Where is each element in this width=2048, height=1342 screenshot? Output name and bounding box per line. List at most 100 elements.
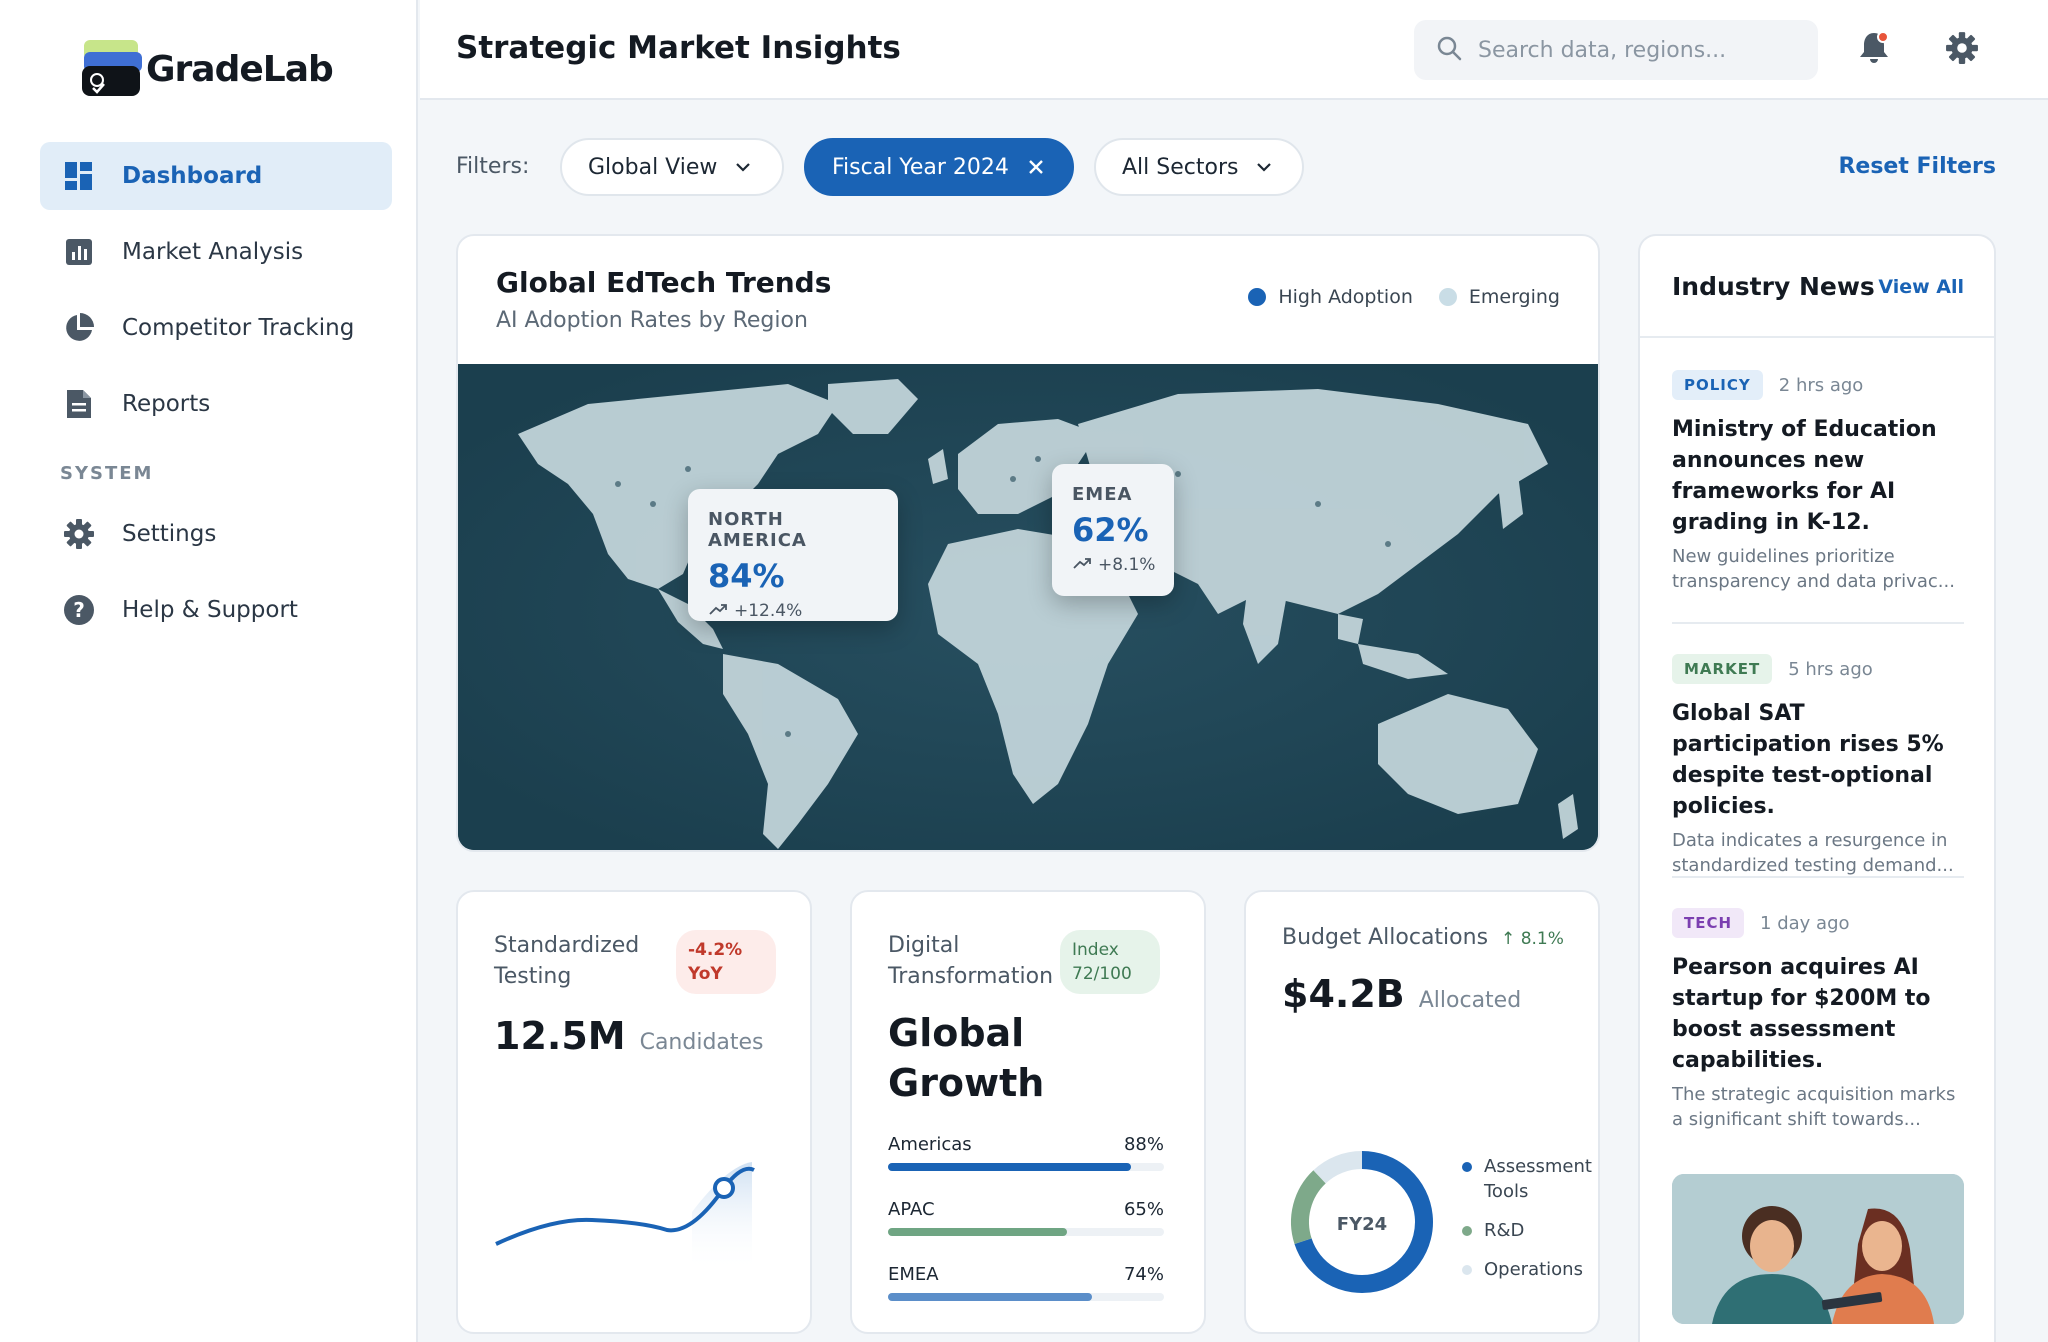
- news-item[interactable]: POLICY 2 hrs ago Ministry of Education a…: [1672, 370, 1964, 594]
- standardized-testing-card: Standardized Testing -4.2% YoY 12.5M Can…: [456, 890, 812, 1334]
- filter-bar: Filters: Global View Fiscal Year 2024 Al…: [456, 138, 1996, 196]
- callout-value: 84%: [708, 557, 785, 595]
- bar-track: [888, 1163, 1164, 1171]
- settings-button[interactable]: [1942, 30, 1982, 70]
- news-time: 1 day ago: [1760, 912, 1850, 934]
- news-title: Industry News: [1672, 272, 1875, 301]
- bar-fill: [888, 1163, 1131, 1171]
- filter-chip-fiscal-year[interactable]: Fiscal Year 2024: [804, 138, 1074, 196]
- bar-fill: [888, 1293, 1093, 1301]
- news-meta: TECH 1 day ago: [1672, 908, 1964, 938]
- bar-labels: APAC 65%: [888, 1199, 1164, 1220]
- index-badge: Index 72/100: [1060, 930, 1160, 994]
- legend-item-assessment-tools: Assessment Tools: [1462, 1154, 1598, 1204]
- news-time: 2 hrs ago: [1778, 374, 1864, 396]
- news-description: The strategic acquisition marks a signif…: [1672, 1084, 1956, 1130]
- news-headline[interactable]: Ministry of Education announces new fram…: [1672, 414, 1964, 538]
- bar-value: 65%: [1123, 1199, 1164, 1220]
- budget-change-row: ↑ 8.1%: [1501, 929, 1564, 949]
- bar-value: 74%: [1123, 1264, 1164, 1285]
- bar-chart-icon: [62, 235, 96, 269]
- card-subtitle: AI Adoption Rates by Region: [496, 308, 808, 333]
- budget-allocations-card: Budget Allocations ↑ 8.1% $4.2B Allocate…: [1244, 890, 1600, 1334]
- bell-icon: [1857, 30, 1891, 70]
- sidebar-item-help-support[interactable]: ? Help & Support: [40, 576, 392, 644]
- legend-label: Emerging: [1468, 286, 1560, 308]
- sidebar-item-settings[interactable]: Settings: [40, 500, 392, 568]
- kpi-unit: Candidates: [639, 1030, 764, 1055]
- legend-dot: [1462, 1162, 1472, 1172]
- news-item[interactable]: MARKET 5 hrs ago Global SAT participatio…: [1672, 654, 1964, 878]
- bar-label: EMEA: [888, 1264, 939, 1285]
- close-icon[interactable]: [1027, 158, 1045, 176]
- legend-dot: [1248, 288, 1267, 306]
- kpi-headline: Global Growth: [888, 1011, 1045, 1105]
- view-all-link[interactable]: View All: [1878, 276, 1964, 298]
- news-headline[interactable]: Global SAT participation rises 5% despit…: [1672, 698, 1964, 822]
- kpi-value-row: 12.5M Candidates: [494, 1014, 764, 1058]
- bar-row-americas[interactable]: Americas 88%: [888, 1134, 1164, 1171]
- news-headline[interactable]: Pearson acquires AI startup for $200M to…: [1672, 952, 1964, 1076]
- news-item[interactable]: TECH 1 day ago Pearson acquires AI start…: [1672, 908, 1964, 1132]
- donut-segment-2[interactable]: [1313, 1151, 1363, 1184]
- sidebar: GradeLab Dashboard Market Analysis Compe…: [0, 0, 418, 1342]
- divider: [1640, 336, 1994, 338]
- filter-chip-global-view[interactable]: Global View: [560, 138, 784, 196]
- chip-label: Global View: [588, 154, 718, 180]
- bar-label: APAC: [888, 1199, 935, 1220]
- legend-item-emerging: Emerging: [1438, 286, 1560, 308]
- callout-emea[interactable]: EMEA 62% +8.1%: [1052, 464, 1174, 596]
- legend-label: Assessment Tools: [1484, 1156, 1592, 1202]
- map-legend: High Adoption Emerging: [1222, 286, 1560, 308]
- donut-segment-1[interactable]: [1291, 1170, 1327, 1244]
- budget-donut-chart[interactable]: FY24: [1282, 1142, 1442, 1302]
- bar-fill: [888, 1228, 1068, 1236]
- kpi-title: Budget Allocations: [1282, 925, 1489, 950]
- callout-delta: +8.1%: [1098, 555, 1156, 575]
- logo-icon: [82, 38, 144, 100]
- sidebar-item-label: Competitor Tracking: [122, 315, 355, 341]
- bar-row-emea[interactable]: EMEA 74%: [888, 1264, 1164, 1301]
- legend-item-rnd: R&D: [1462, 1218, 1598, 1243]
- svg-text:?: ?: [73, 598, 85, 622]
- sidebar-item-dashboard[interactable]: Dashboard: [40, 142, 392, 210]
- kpi-title-row: Budget Allocations ↑ 8.1%: [1282, 922, 1564, 955]
- callout-delta: +12.4%: [734, 601, 803, 621]
- brand-logo[interactable]: GradeLab: [82, 38, 334, 100]
- dashboard-icon: [62, 159, 96, 193]
- news-description: New guidelines prioritize transparency a…: [1672, 546, 1955, 592]
- page-title: Strategic Market Insights: [456, 30, 901, 66]
- legend-label: High Adoption: [1278, 286, 1413, 308]
- sidebar-item-label: Market Analysis: [122, 239, 304, 265]
- notifications-button[interactable]: [1854, 30, 1894, 70]
- sidebar-item-reports[interactable]: Reports: [40, 370, 392, 438]
- sidebar-item-label: Reports: [122, 391, 211, 417]
- kpi-title: Standardized Testing: [494, 933, 640, 989]
- top-header: Strategic Market Insights: [420, 0, 2048, 100]
- bar-labels: Americas 88%: [888, 1134, 1164, 1155]
- trending-up-icon: [708, 601, 728, 621]
- search-input[interactable]: [1478, 37, 1798, 63]
- sidebar-item-label: Help & Support: [122, 597, 298, 623]
- news-illustration[interactable]: [1672, 1174, 1964, 1324]
- people-illustration-icon: [1672, 1174, 1964, 1324]
- callout-north-america[interactable]: NORTH AMERICA 84% +12.4%: [688, 489, 898, 621]
- chip-label: Fiscal Year 2024: [832, 154, 1009, 180]
- callout-region: NORTH AMERICA: [708, 509, 807, 551]
- bar-row-apac[interactable]: APAC 65%: [888, 1199, 1164, 1236]
- world-map[interactable]: NORTH AMERICA 84% +12.4% EMEA 62% +8.1%: [458, 364, 1598, 850]
- reset-filters-link[interactable]: Reset Filters: [1838, 154, 1996, 179]
- sparkline-marker[interactable]: [713, 1177, 735, 1199]
- donut-center-label: FY24: [1337, 1214, 1387, 1235]
- kpi-value: $4.2B: [1282, 972, 1405, 1016]
- sidebar-item-label: Settings: [122, 521, 217, 547]
- sidebar-item-competitor-tracking[interactable]: Competitor Tracking: [40, 294, 392, 362]
- filter-chip-all-sectors[interactable]: All Sectors: [1094, 138, 1304, 196]
- search-bar[interactable]: [1414, 20, 1818, 80]
- pie-chart-icon: [62, 311, 96, 345]
- sidebar-item-market-analysis[interactable]: Market Analysis: [40, 218, 392, 286]
- bar-track: [888, 1228, 1164, 1236]
- kpi-value: 12.5M: [494, 1014, 626, 1058]
- kpi-title: Digital Transformation: [888, 933, 1054, 989]
- brand-name: GradeLab: [146, 48, 334, 90]
